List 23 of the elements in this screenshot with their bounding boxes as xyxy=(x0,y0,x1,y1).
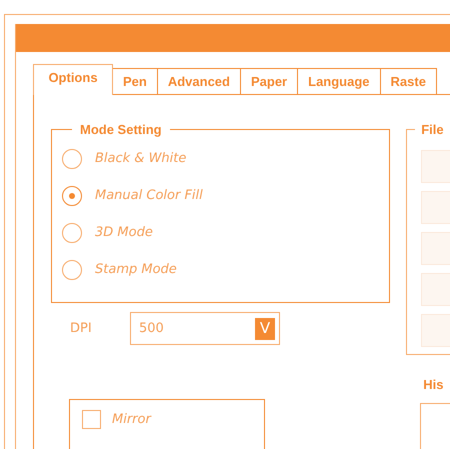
tab[interactable]: Pen xyxy=(113,68,158,95)
dpi-select[interactable]: 500 V xyxy=(130,312,280,345)
tab[interactable]: Paper xyxy=(240,68,298,95)
checkbox[interactable] xyxy=(82,410,101,430)
dropdown-button[interactable]: V xyxy=(255,318,275,340)
tab[interactable]: Options xyxy=(33,64,113,95)
radio-button[interactable] xyxy=(62,186,82,206)
dpi-value: 500 xyxy=(139,320,164,338)
radio-button[interactable] xyxy=(62,260,82,280)
radio-button[interactable] xyxy=(62,222,82,242)
history-heading: His xyxy=(423,376,444,394)
radio-label: Black & White xyxy=(95,150,186,168)
group-title: File xyxy=(420,121,445,139)
radio-button[interactable] xyxy=(62,148,82,168)
group-title: Mode Setting xyxy=(79,121,163,139)
radio-label: Manual Color Fill xyxy=(95,186,203,205)
checkbox-label: Mirror xyxy=(112,411,151,429)
tab[interactable]: Advanced xyxy=(158,68,241,95)
dpi-label: DPI xyxy=(70,320,93,338)
radio-label: 3D Mode xyxy=(95,224,153,242)
radio-label: Stamp Mode xyxy=(95,260,177,279)
tab[interactable]: Raste xyxy=(380,68,437,95)
tab[interactable]: Language xyxy=(298,68,381,95)
